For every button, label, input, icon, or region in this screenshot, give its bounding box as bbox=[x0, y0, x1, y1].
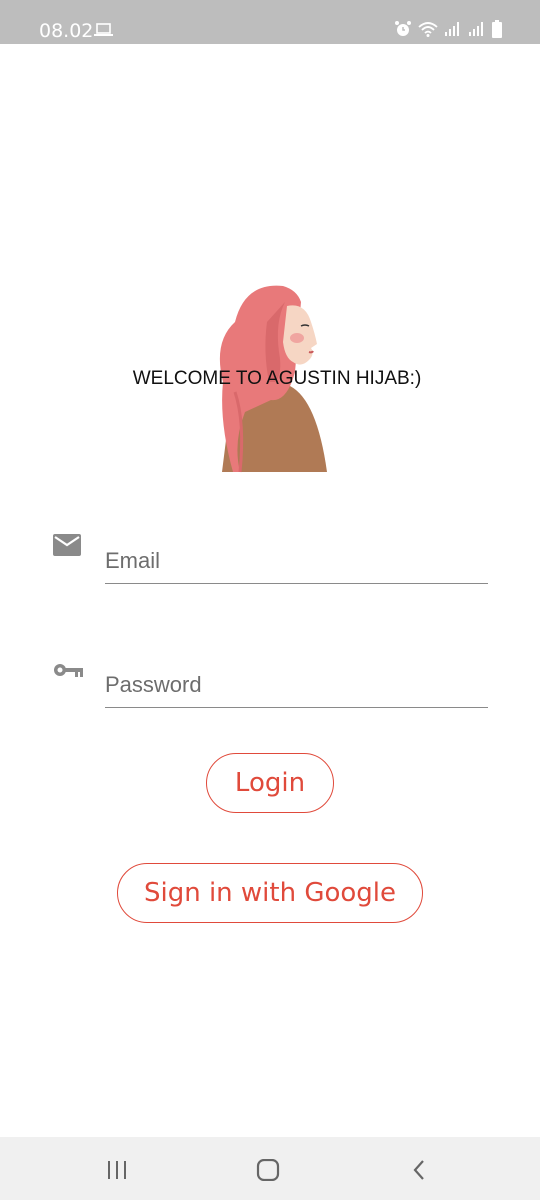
login-screen: 08.02 WELCOME TO AGUSTIN HIJAB:) Email L… bbox=[0, 0, 540, 1200]
back-icon[interactable] bbox=[404, 1155, 434, 1185]
home-icon[interactable] bbox=[253, 1155, 283, 1185]
battery-icon bbox=[492, 20, 502, 43]
google-sign-in-button[interactable]: Sign in with Google bbox=[117, 863, 423, 923]
recents-icon[interactable] bbox=[102, 1155, 132, 1185]
key-icon bbox=[53, 661, 83, 684]
signal-icon bbox=[444, 21, 462, 42]
login-button[interactable]: Login bbox=[206, 753, 334, 813]
welcome-text: WELCOME TO AGUSTIN HIJAB:) bbox=[132, 368, 422, 389]
status-bar: 08.02 bbox=[0, 0, 540, 44]
mail-icon bbox=[53, 534, 81, 561]
wifi-icon bbox=[418, 21, 438, 42]
password-row bbox=[0, 650, 540, 710]
alarm-icon bbox=[394, 20, 412, 43]
signal-icon bbox=[468, 21, 486, 42]
status-time: 08.02 bbox=[39, 20, 94, 42]
email-field[interactable] bbox=[105, 538, 488, 584]
status-icons bbox=[394, 20, 502, 43]
email-row bbox=[0, 526, 540, 586]
laptop-icon bbox=[94, 23, 114, 42]
navigation-bar bbox=[0, 1137, 540, 1200]
password-field[interactable] bbox=[105, 662, 488, 708]
